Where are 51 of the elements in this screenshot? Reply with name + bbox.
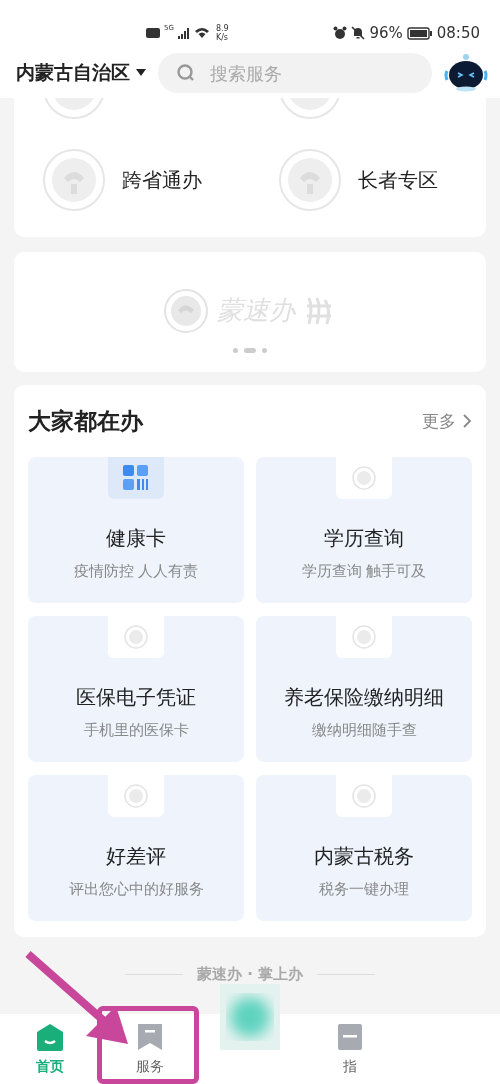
chevron-right-icon <box>462 413 472 429</box>
bookmark-icon <box>135 1022 165 1052</box>
emblem-icon <box>124 625 148 649</box>
app-grid-icon <box>123 465 149 491</box>
slogan: 蒙速办 · 掌上办 <box>196 965 304 984</box>
speed-value: 8.9 <box>215 24 229 33</box>
tile-subtitle: 缴纳明细随手查 <box>311 721 417 740</box>
tile-subtitle: 税务一键办理 <box>319 880 409 899</box>
battery-percent: 96% <box>369 24 403 42</box>
service-tile[interactable]: 内蒙古税务 税务一键办理 <box>256 775 472 921</box>
section-title: 大家都在办 <box>28 406 143 436</box>
region-selector[interactable]: 内蒙古自治区 <box>16 60 146 86</box>
tile-subtitle: 疫情防控 人人有责 <box>73 562 199 581</box>
tile-subtitle: 学历查询 触手可及 <box>301 562 427 581</box>
tile-title: 好差评 <box>106 843 166 870</box>
emblem-icon <box>124 784 148 808</box>
emblem-icon <box>42 148 106 212</box>
wifi-icon <box>193 27 210 39</box>
service-tile[interactable]: 好差评 评出您心中的好服务 <box>28 775 244 921</box>
tab-bar-item[interactable]: 指 <box>331 1014 369 1084</box>
service-tile[interactable]: 医保电子凭证 手机里的医保卡 <box>28 616 244 762</box>
emblem-icon <box>352 784 376 808</box>
tile-title: 学历查询 <box>324 525 404 552</box>
battery-icon <box>406 26 433 40</box>
service-tile[interactable]: 学历查询 学历查询 触手可及 <box>256 457 472 603</box>
more-link[interactable]: 更多 <box>422 409 472 433</box>
service-entry[interactable]: 跨省通办 <box>122 166 202 194</box>
emblem-icon <box>163 287 209 334</box>
speed-unit: K/s <box>215 33 229 42</box>
tile-title: 内蒙古税务 <box>314 843 414 870</box>
robot-assistant-icon[interactable] <box>444 53 488 93</box>
service-entry[interactable]: 长者专区 <box>358 166 438 194</box>
tile-title: 养老保险缴纳明细 <box>284 684 444 711</box>
tile-title: 健康卡 <box>106 525 166 552</box>
tile-subtitle: 评出您心中的好服务 <box>68 880 204 899</box>
alarm-icon <box>333 26 348 40</box>
muted-bell-icon <box>351 26 366 40</box>
service-tile[interactable]: 养老保险缴纳明细 缴纳明细随手查 <box>256 616 472 762</box>
clock: 08:50 <box>436 24 480 42</box>
service-tile[interactable]: 健康卡 疫情防控 人人有责 <box>28 457 244 603</box>
tab-bar-item[interactable]: 服务 <box>131 1014 169 1084</box>
tile-title: 医保电子凭证 <box>76 684 196 711</box>
emblem-icon <box>278 148 342 212</box>
emblem-icon <box>352 466 376 490</box>
home-icon <box>35 1022 65 1052</box>
document-icon <box>335 1022 365 1052</box>
signal-icon <box>177 27 190 39</box>
emblem-icon <box>352 625 376 649</box>
tile-subtitle: 手机里的医保卡 <box>83 721 189 740</box>
search-field[interactable]: 搜索服务 <box>158 53 432 93</box>
caret-icon <box>136 69 146 77</box>
